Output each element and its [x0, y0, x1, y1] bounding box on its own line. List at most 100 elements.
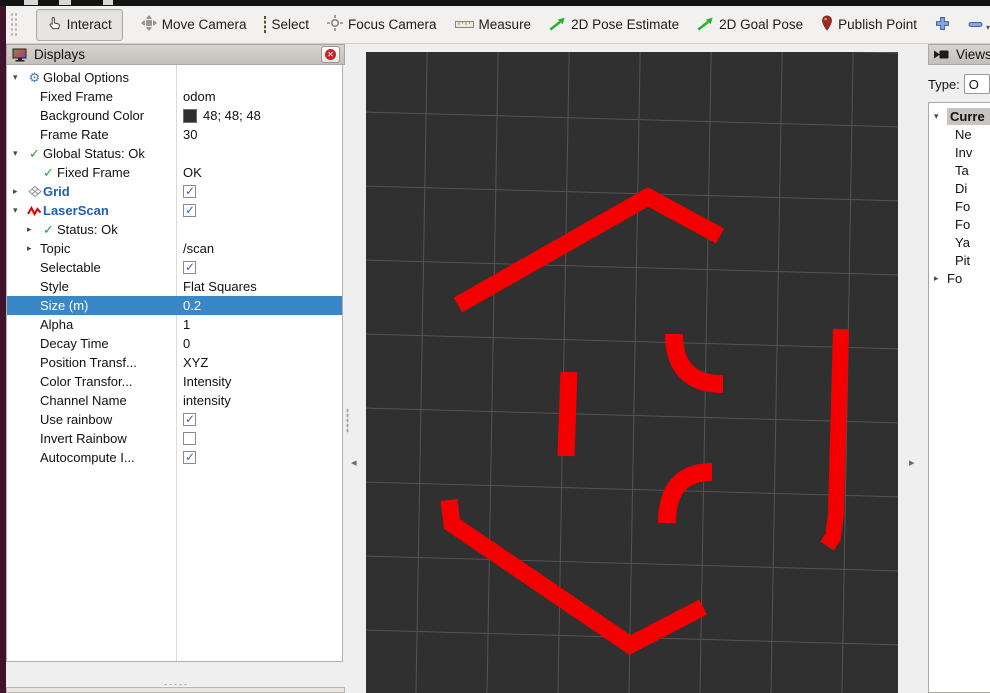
expander-down-icon[interactable]: ▾: [13, 148, 26, 159]
tool-2d-pose-estimate[interactable]: 2D Pose Estimate: [549, 16, 679, 34]
view-row-ne-1[interactable]: Ne: [929, 125, 990, 143]
display-row-status-ok[interactable]: ▸✓Status: Ok: [7, 220, 342, 239]
display-row-selectable[interactable]: Selectable: [7, 258, 342, 277]
tool-select[interactable]: Select: [264, 17, 309, 32]
tool-zoom-in-plus-icon[interactable]: [935, 16, 950, 34]
checkbox-laserscan[interactable]: [183, 204, 196, 217]
expander-down-icon[interactable]: ▾: [13, 205, 26, 216]
tool-move-camera[interactable]: Move Camera: [141, 15, 247, 34]
property-value[interactable]: 1: [183, 317, 190, 332]
view-type-value: O: [969, 77, 979, 92]
property-name: Topic: [40, 241, 70, 256]
view-row-fo-6[interactable]: Fo: [929, 215, 990, 233]
checkbox-autocompute-i[interactable]: [183, 451, 196, 464]
property-value[interactable]: Flat Squares: [183, 279, 257, 294]
expander-right-icon[interactable]: ▸: [934, 273, 947, 284]
display-row-fixed-frame[interactable]: Fixed Frameodom: [7, 87, 342, 106]
tool-zoom-out-minus-icon[interactable]: ▾: [968, 17, 990, 32]
property-name: Global Status: Ok: [43, 146, 145, 161]
view-property-name: Fo: [955, 217, 970, 232]
expander-right-icon[interactable]: ▸: [27, 224, 40, 235]
view-type-combobox[interactable]: O: [964, 74, 990, 94]
display-row-style[interactable]: StyleFlat Squares: [7, 277, 342, 296]
display-row-decay-time[interactable]: Decay Time0: [7, 334, 342, 353]
property-value[interactable]: odom: [183, 89, 216, 104]
property-value[interactable]: 30: [183, 127, 197, 142]
color-swatch[interactable]: [183, 109, 197, 123]
property-value[interactable]: 0: [183, 336, 190, 351]
display-row-topic[interactable]: ▸Topic/scan: [7, 239, 342, 258]
dropdown-caret-icon[interactable]: ▾: [986, 23, 990, 32]
tool-publish-point[interactable]: Publish Point: [821, 15, 917, 34]
display-row-size-m[interactable]: Size (m)0.2: [7, 296, 342, 315]
checkbox-grid[interactable]: [183, 185, 196, 198]
checkbox-invert-rainbow[interactable]: [183, 432, 196, 445]
display-row-alpha[interactable]: Alpha1: [7, 315, 342, 334]
view-row-fo-5[interactable]: Fo: [929, 197, 990, 215]
view-row-ya-7[interactable]: Ya: [929, 233, 990, 251]
move-arrows-icon: [141, 15, 157, 34]
tool-measure[interactable]: Measure: [455, 17, 532, 32]
display-row-global-options[interactable]: ▾⚙Global Options: [7, 68, 342, 87]
hand-pointer-icon: [47, 16, 62, 34]
property-value[interactable]: intensity: [183, 393, 231, 408]
3d-viewport[interactable]: [366, 52, 898, 693]
property-name: Invert Rainbow: [40, 431, 127, 446]
view-row-fo-9[interactable]: ▸Fo: [929, 269, 990, 287]
tool-label: Publish Point: [838, 17, 917, 32]
view-row-ta-3[interactable]: Ta: [929, 161, 990, 179]
property-value[interactable]: Intensity: [183, 374, 231, 389]
view-row-inv-2[interactable]: Inv: [929, 143, 990, 161]
view-type-row: Type: O: [928, 66, 990, 102]
display-row-invert-rainbow[interactable]: Invert Rainbow: [7, 429, 342, 448]
display-row-channel-name[interactable]: Channel Nameintensity: [7, 391, 342, 410]
expander-right-icon[interactable]: ▸: [13, 186, 26, 197]
display-row-laserscan[interactable]: ▾LaserScan: [7, 201, 342, 220]
expander-right-icon[interactable]: ▸: [27, 243, 40, 254]
display-row-global-status-ok[interactable]: ▾✓Global Status: Ok: [7, 144, 342, 163]
check-icon: ✓: [40, 165, 57, 181]
display-row-grid[interactable]: ▸Grid: [7, 182, 342, 201]
view-row-pit-8[interactable]: Pit: [929, 251, 990, 269]
toolbar-drag-handle[interactable]: [10, 12, 18, 38]
tool-label: 2D Pose Estimate: [571, 17, 679, 32]
tool-2d-goal-pose[interactable]: 2D Goal Pose: [697, 16, 803, 34]
display-row-use-rainbow[interactable]: Use rainbow: [7, 410, 342, 429]
display-row-autocompute-i[interactable]: Autocompute I...: [7, 448, 342, 467]
display-row-fixed-frame[interactable]: ✓Fixed FrameOK: [7, 163, 342, 182]
right-panel-splitter[interactable]: ▸: [898, 44, 928, 693]
view-row-di-4[interactable]: Di: [929, 179, 990, 197]
tool-label: Focus Camera: [348, 17, 437, 32]
display-row-frame-rate[interactable]: Frame Rate30: [7, 125, 342, 144]
column-separator: [176, 65, 177, 662]
property-value[interactable]: 0.2: [183, 298, 201, 313]
zoom-in-plus-icon: [935, 16, 950, 34]
display-row-color-transfor[interactable]: Color Transfor...Intensity: [7, 372, 342, 391]
tool-interact[interactable]: Interact: [36, 9, 123, 41]
property-value[interactable]: OK: [183, 165, 202, 180]
left-panel-splitter[interactable]: ◂: [345, 44, 366, 693]
view-property-name: Pit: [955, 253, 970, 268]
checkbox-selectable[interactable]: [183, 261, 196, 274]
property-name: Position Transf...: [40, 355, 137, 370]
views-panel: Views Type: O ▾CurreNeInvTaDiFoFoYaPit▸F…: [928, 44, 990, 693]
gear-icon: ⚙: [26, 70, 43, 86]
expander-down-icon[interactable]: ▾: [13, 72, 26, 83]
collapse-right-arrow-icon[interactable]: ▸: [909, 456, 915, 469]
property-value[interactable]: XYZ: [183, 355, 208, 370]
property-name: Autocompute I...: [40, 450, 135, 465]
view-row-curre-0[interactable]: ▾Curre: [929, 107, 990, 125]
tool-focus-camera[interactable]: Focus Camera: [327, 15, 437, 34]
property-value[interactable]: /scan: [183, 241, 214, 256]
display-row-background-color[interactable]: Background Color 48; 48; 48: [7, 106, 342, 125]
expander-down-icon[interactable]: ▾: [934, 111, 947, 122]
checkbox-use-rainbow[interactable]: [183, 413, 196, 426]
close-icon[interactable]: ✕: [321, 46, 340, 63]
views-panel-header: Views: [928, 44, 990, 65]
property-name: Background Color: [40, 108, 144, 123]
property-value[interactable]: 48; 48; 48: [203, 108, 261, 123]
selection-box-icon: [264, 17, 266, 32]
collapse-left-arrow-icon[interactable]: ◂: [351, 456, 357, 469]
display-row-position-transf[interactable]: Position Transf... XYZ: [7, 353, 342, 372]
splitter-dots: [346, 408, 349, 434]
